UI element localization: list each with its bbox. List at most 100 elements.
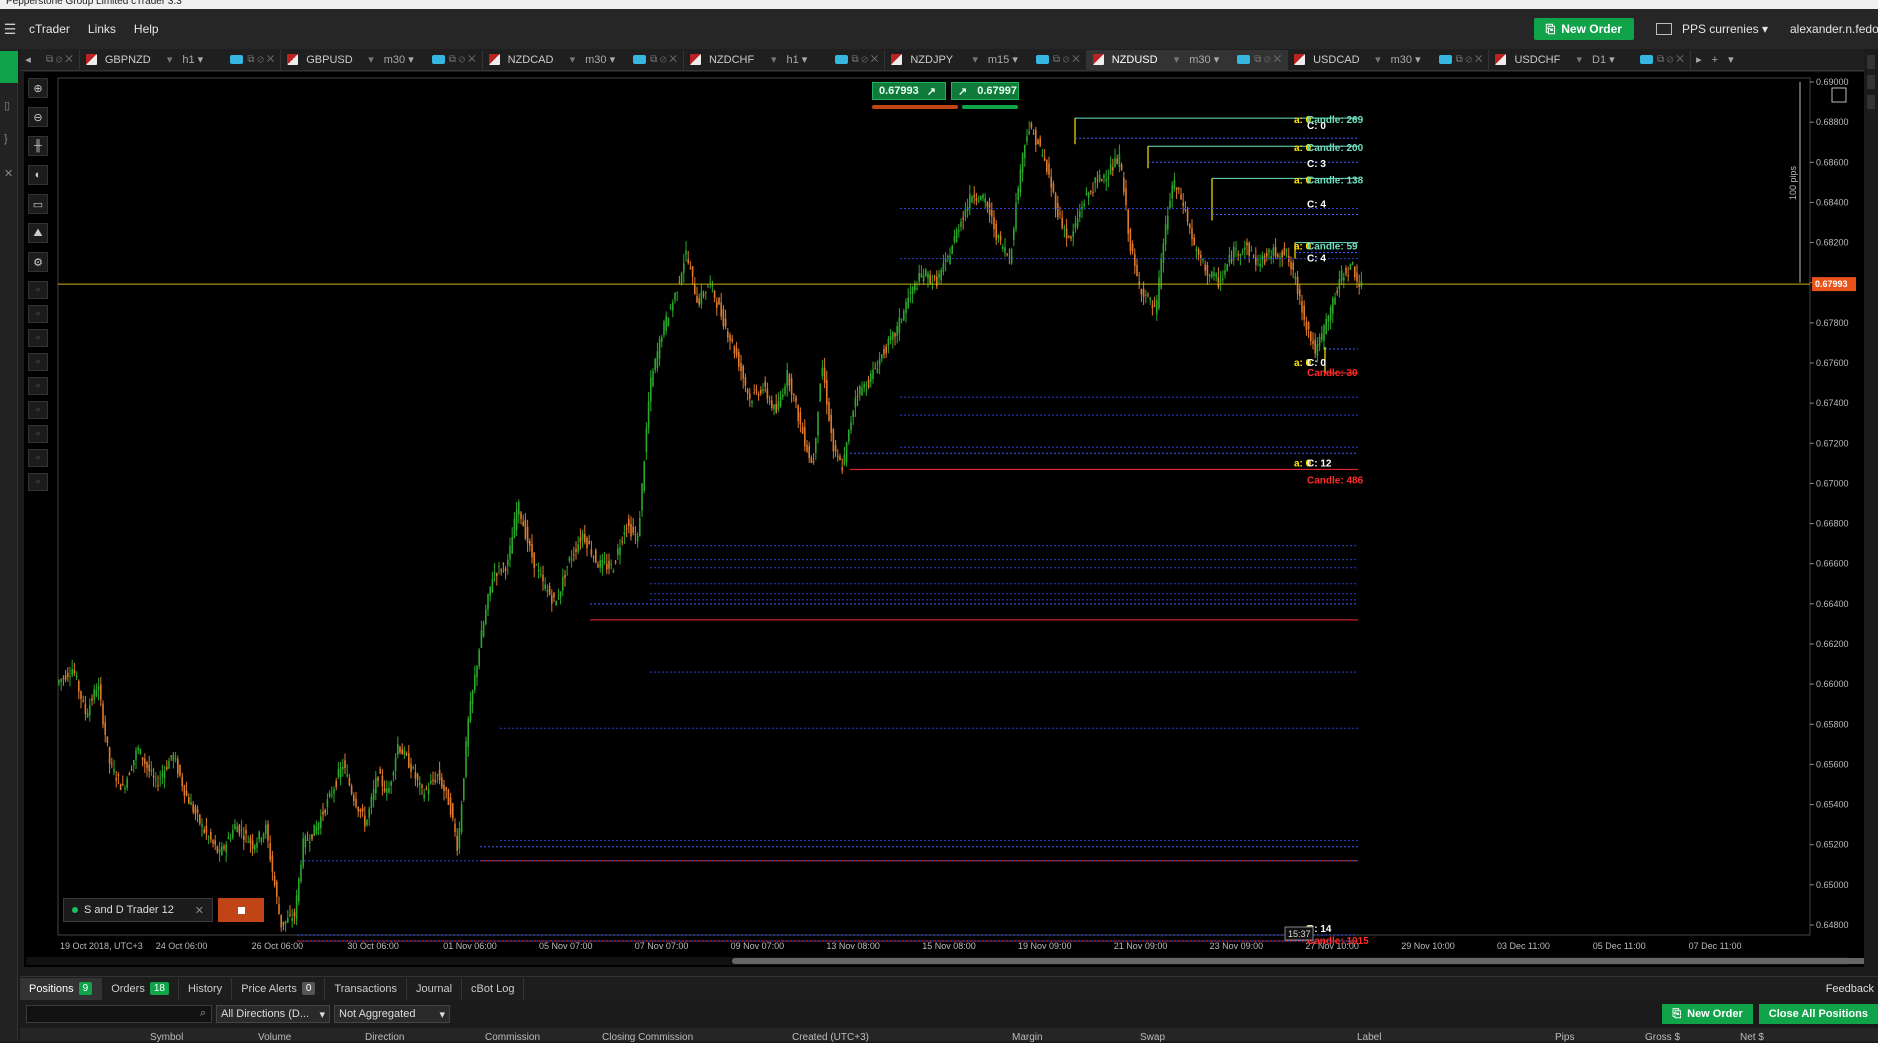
candle-body [773,404,775,410]
directions-dropdown[interactable]: All Directions (D... ▾ [216,1005,330,1023]
scrollbar-thumb[interactable] [732,958,1866,964]
column-header-swap[interactable]: Swap [1140,1032,1165,1043]
zoom-in-icon[interactable]: ⊕ [28,78,48,98]
candle-body [251,840,254,849]
candle-body [78,680,80,692]
candle-body [1272,247,1275,256]
candle-body [1268,249,1270,253]
candle-body [1037,140,1039,145]
feedback-link[interactable]: Feedback [1826,983,1874,995]
column-header-net-[interactable]: Net $ [1740,1032,1764,1043]
candle-body [1186,209,1189,222]
timeframe-h1-icon[interactable]: ▫ [28,377,48,395]
tab-history[interactable]: History [179,977,233,1000]
tab-transactions[interactable]: Transactions [325,977,407,1000]
candle-body [779,396,782,406]
y-axis-tick-label: 0.65800 [1816,719,1849,729]
price-chart[interactable]: 0.690000.688000.686000.684000.682000.680… [0,0,1878,1041]
candle-body [410,763,412,772]
column-header-commission[interactable]: Commission [485,1032,540,1043]
stop-bot-button[interactable] [218,898,264,922]
positions-search-input[interactable]: ⌕ [26,1005,212,1023]
candle-body [1307,322,1310,330]
candle-body [282,921,285,926]
candle-body [722,309,725,327]
close-all-positions-button[interactable]: Close All Positions [1758,1004,1878,1024]
chart-horizontal-scrollbar[interactable] [26,957,1866,965]
candle-body [111,763,113,765]
candle-body [436,774,439,776]
timeframe-d1-icon[interactable]: ▫ [28,425,48,443]
y-axis-tick-label: 0.65200 [1816,840,1849,850]
candle-body [183,785,186,796]
candle-body [271,855,274,872]
candle-body [300,865,302,882]
y-axis-tick-label: 0.66600 [1816,559,1849,569]
column-header-gross-[interactable]: Gross $ [1645,1032,1680,1043]
timeframe-h4-icon[interactable]: ▫ [28,401,48,419]
timeframe-m5-icon[interactable]: ▫ [28,305,48,323]
detach-chart-icon[interactable] [1831,87,1847,103]
tab-orders[interactable]: Orders 18 [102,977,179,1000]
column-header-closing-commission[interactable]: Closing Commission [602,1032,693,1043]
zoom-out-icon[interactable]: ⊖ [28,107,48,127]
side-panel-toggle[interactable] [1867,55,1875,69]
candle-body [1114,158,1116,168]
cbot-instance[interactable]: S and D Trader 12 ✕ [63,898,213,922]
buy-price-button[interactable]: ↗ 0.67997 [951,82,1019,100]
column-header-margin[interactable]: Margin [1012,1032,1043,1043]
candle-body [995,223,997,240]
candle-body [700,291,703,305]
candle-body [742,365,744,379]
candle-body [245,829,247,834]
candle-body [947,256,949,258]
sell-price-button[interactable]: 0.67993 ↗ [872,82,946,100]
candle-body [1065,228,1068,239]
column-header-direction[interactable]: Direction [365,1032,404,1043]
objects-icon[interactable]: ⛰ [28,223,48,243]
timeframe-w1-icon[interactable]: ▫ [28,449,48,467]
column-header-created-utc-3-[interactable]: Created (UTC+3) [792,1032,869,1043]
candle-body [986,202,989,207]
candle-body [170,755,172,758]
candle-body [1096,179,1099,181]
candle-body [667,317,670,327]
settings-icon[interactable]: ⚙ [28,252,48,272]
candle-body [102,703,104,725]
tab-cbot-log[interactable]: cBot Log [462,977,525,1000]
candle-body [698,298,700,305]
candle-body [584,533,586,543]
candle-body [819,383,821,402]
tab-positions[interactable]: Positions 9 [20,977,103,1000]
annotation-candle-label: Candle: 138 [1307,175,1364,186]
column-header-pips[interactable]: Pips [1555,1032,1574,1043]
candle-body [707,286,709,288]
tab-price-alerts[interactable]: Price Alerts 0 [232,977,326,1000]
candle-body [260,838,263,842]
column-header-volume[interactable]: Volume [258,1032,291,1043]
indicators-icon[interactable]: ╫ [28,136,48,156]
candle-body [386,788,388,793]
timeframe-m1-icon[interactable]: ▫ [28,281,48,299]
candle-body [1006,253,1008,255]
close-icon[interactable]: ✕ [195,904,204,917]
column-header-label[interactable]: Label [1357,1032,1381,1043]
candle-body [1175,187,1178,190]
buy-sentiment-bar [962,105,1018,109]
candle-body [196,809,199,813]
side-panel-toggle[interactable] [1867,75,1875,89]
timeframe-m30-icon[interactable]: ▫ [28,353,48,371]
side-panel-toggle[interactable] [1867,95,1875,109]
bot-icon[interactable]: ▭ [28,194,48,214]
quick-trade-icon[interactable]: ◐ [28,165,48,185]
new-order-bottom-button[interactable]: ⎘ New Order [1662,1004,1753,1024]
aggregation-dropdown[interactable]: Not Aggregated ▾ [334,1005,450,1023]
candle-body [1244,247,1246,250]
candle-body [1072,231,1074,237]
column-header-symbol[interactable]: Symbol [150,1032,183,1043]
timeframe-mn1-icon[interactable]: ▫ [28,473,48,491]
y-axis-tick-label: 0.66800 [1816,519,1849,529]
timeframe-m15-icon[interactable]: ▫ [28,329,48,347]
candle-body [302,838,304,867]
tab-journal[interactable]: Journal [407,977,463,1000]
